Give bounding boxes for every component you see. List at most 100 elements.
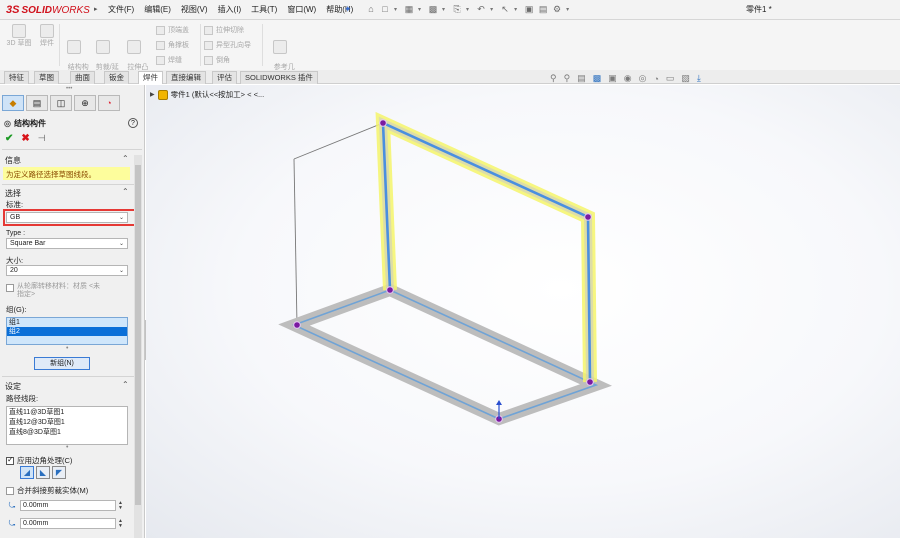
chevron-down-icon[interactable]: ▾ xyxy=(466,6,469,13)
file-properties-icon[interactable]: ▤ xyxy=(538,3,548,15)
list-item[interactable]: 直线11@3D草图1 xyxy=(9,408,125,418)
chevron-down-icon[interactable]: ▾ xyxy=(442,6,445,13)
selected-path-lines[interactable] xyxy=(381,120,592,383)
splitter-grip[interactable]: • xyxy=(66,444,68,451)
options-gear-icon[interactable]: ⚙ xyxy=(552,3,562,15)
checkbox-checked[interactable] xyxy=(6,455,14,465)
gusset-button[interactable]: 角撑板 xyxy=(156,40,189,50)
selection-section-title[interactable]: 选择 xyxy=(5,188,21,199)
chevron-down-icon[interactable]: ▾ xyxy=(490,6,493,13)
zoom-to-fit-icon[interactable]: ⚲ xyxy=(550,73,557,84)
menu-edit[interactable]: 编辑(E) xyxy=(144,4,171,15)
chevron-down-icon[interactable]: ▾ xyxy=(394,6,397,13)
gap-input-1[interactable]: 0.00mm xyxy=(20,500,116,511)
home-icon[interactable]: ⌂ xyxy=(366,3,376,15)
collapse-caret-icon[interactable]: ⌃ xyxy=(122,380,129,389)
menu-window[interactable]: 窗口(W) xyxy=(287,4,316,15)
spin-arrows-icon[interactable]: ▲ ▼ xyxy=(118,500,123,511)
solidworks-logo[interactable]: 3S SOLID WORKS xyxy=(6,3,90,17)
group-list[interactable]: 组1 组2 xyxy=(6,317,128,345)
view-orientation-icon[interactable]: ▣ xyxy=(608,73,617,84)
end-butt2-icon[interactable]: ◤ xyxy=(52,466,66,479)
end-miter-icon[interactable]: ◢ xyxy=(20,466,34,479)
gap-input-2[interactable]: 0.00mm xyxy=(20,518,116,529)
vertex-point[interactable] xyxy=(379,119,387,127)
tab-features[interactable]: 特征 xyxy=(4,71,29,84)
panel-scrollbar[interactable] xyxy=(134,155,142,538)
path-segments-list[interactable]: 直线11@3D草图1 直线12@3D草图1 直线8@3D草图1 xyxy=(6,406,128,445)
menu-view[interactable]: 视图(V) xyxy=(181,4,208,15)
tab-direct-editing[interactable]: 直接编辑 xyxy=(166,71,206,84)
menu-insert[interactable]: 插入(I) xyxy=(218,4,242,15)
weldment-frame-model[interactable] xyxy=(146,85,900,538)
rebuild-icon[interactable]: ▣ xyxy=(524,3,534,15)
tab-solidworks-addins[interactable]: SOLIDWORKS 插件 xyxy=(240,71,318,84)
apply-scene-icon[interactable]: ▭ xyxy=(666,73,675,84)
scrollbar-thumb[interactable] xyxy=(135,165,141,505)
size-select[interactable]: 20 ⌄ xyxy=(6,265,128,276)
sketch-line[interactable] xyxy=(293,158,298,326)
list-item[interactable]: 直线8@3D草图1 xyxy=(9,428,125,438)
undo-icon[interactable]: ↶ xyxy=(476,3,486,15)
weld-bead-button[interactable]: 焊缝 xyxy=(156,55,182,65)
vertex-point[interactable] xyxy=(293,321,301,329)
pushpin-icon[interactable]: ⊣ xyxy=(38,133,46,144)
chevron-right-icon[interactable]: ▸ xyxy=(94,5,98,13)
bottom-frame-members[interactable] xyxy=(278,283,612,426)
chevron-down-icon[interactable]: ▾ xyxy=(418,6,421,13)
chamfer-button[interactable]: 倒角 xyxy=(204,55,230,65)
configuration-manager-tab[interactable]: ◫ xyxy=(50,95,72,111)
vertex-point[interactable] xyxy=(386,286,394,294)
end-cap-button[interactable]: 顶端盖 xyxy=(156,25,189,35)
pin-icon[interactable]: ✦ xyxy=(344,4,352,15)
checkbox-box[interactable] xyxy=(6,284,14,292)
menu-tools[interactable]: 工具(T) xyxy=(251,4,277,15)
settings-section-title[interactable]: 设定 xyxy=(5,381,21,392)
collapse-caret-icon[interactable]: ⌃ xyxy=(122,154,129,163)
vertex-point[interactable] xyxy=(586,378,594,386)
type-select[interactable]: Square Bar ⌄ xyxy=(6,238,128,249)
triad-axis-icon[interactable]: ⤓ xyxy=(697,73,701,84)
collapse-caret-icon[interactable]: ⌃ xyxy=(122,187,129,196)
help-icon[interactable]: ? xyxy=(128,118,138,128)
view-settings-icon[interactable]: ▧ xyxy=(681,73,690,84)
info-section-title[interactable]: 信息 xyxy=(5,155,21,166)
previous-view-icon[interactable]: ▤ xyxy=(577,73,586,84)
edit-appearance-icon[interactable]: ◔ xyxy=(653,74,658,84)
sketch-line[interactable] xyxy=(293,122,384,160)
new-group-button[interactable]: 新组(N) xyxy=(34,357,90,370)
extruded-cut-button[interactable]: 拉伸切除 xyxy=(204,25,244,35)
cancel-x-icon[interactable]: ✖ xyxy=(21,133,29,144)
feature-manager-tab[interactable]: ◆ xyxy=(2,95,24,111)
hide-show-items-icon[interactable]: ◎ xyxy=(639,73,647,84)
ok-check-icon[interactable]: ✔ xyxy=(5,133,13,144)
apply-corner-checkbox[interactable]: 应用边角处理(C) xyxy=(6,455,72,466)
panel-grip[interactable]: ••• xyxy=(66,86,72,92)
save-icon[interactable]: ▩ xyxy=(428,3,438,15)
tab-sheet-metal[interactable]: 钣金 xyxy=(104,71,129,84)
print-icon[interactable]: ⎘ xyxy=(452,3,462,15)
dimxpert-tab[interactable]: ⊕ xyxy=(74,95,96,111)
display-manager-tab[interactable]: ◔ xyxy=(98,95,120,111)
list-item-selected[interactable]: 组2 xyxy=(7,327,127,336)
open-folder-icon[interactable]: ▦ xyxy=(404,3,414,15)
list-item[interactable]: 组1 xyxy=(7,318,127,327)
preview-frame-members[interactable] xyxy=(375,111,597,383)
splitter-grip[interactable]: • xyxy=(66,345,68,352)
section-view-icon[interactable]: ▩ xyxy=(593,73,602,84)
checkbox-box[interactable] xyxy=(6,487,14,495)
tab-surfaces[interactable]: 曲面 xyxy=(70,71,95,84)
new-document-icon[interactable]: □ xyxy=(380,3,390,15)
tab-evaluate[interactable]: 评估 xyxy=(212,71,237,84)
chevron-down-icon[interactable]: ▾ xyxy=(514,6,517,13)
vertex-point[interactable] xyxy=(584,213,592,221)
display-style-icon[interactable]: ◉ xyxy=(624,73,632,84)
end-butt1-icon[interactable]: ◣ xyxy=(36,466,50,479)
list-item[interactable]: 直线12@3D草图1 xyxy=(9,418,125,428)
select-cursor-icon[interactable]: ↖ xyxy=(500,3,510,15)
spin-arrows-icon[interactable]: ▲ ▼ xyxy=(118,518,123,529)
sketch-3d-button[interactable]: 3D 草图 xyxy=(4,24,34,48)
zoom-area-icon[interactable]: ⚲ xyxy=(564,73,571,84)
tab-sketch[interactable]: 草图 xyxy=(34,71,59,84)
graphics-area[interactable]: ▶ 零件1 (默认<<按加工> < <... ⚲ ⚲ ▤ ▩ ▣ ◉ ◎ ◔ ▭… xyxy=(146,73,900,538)
